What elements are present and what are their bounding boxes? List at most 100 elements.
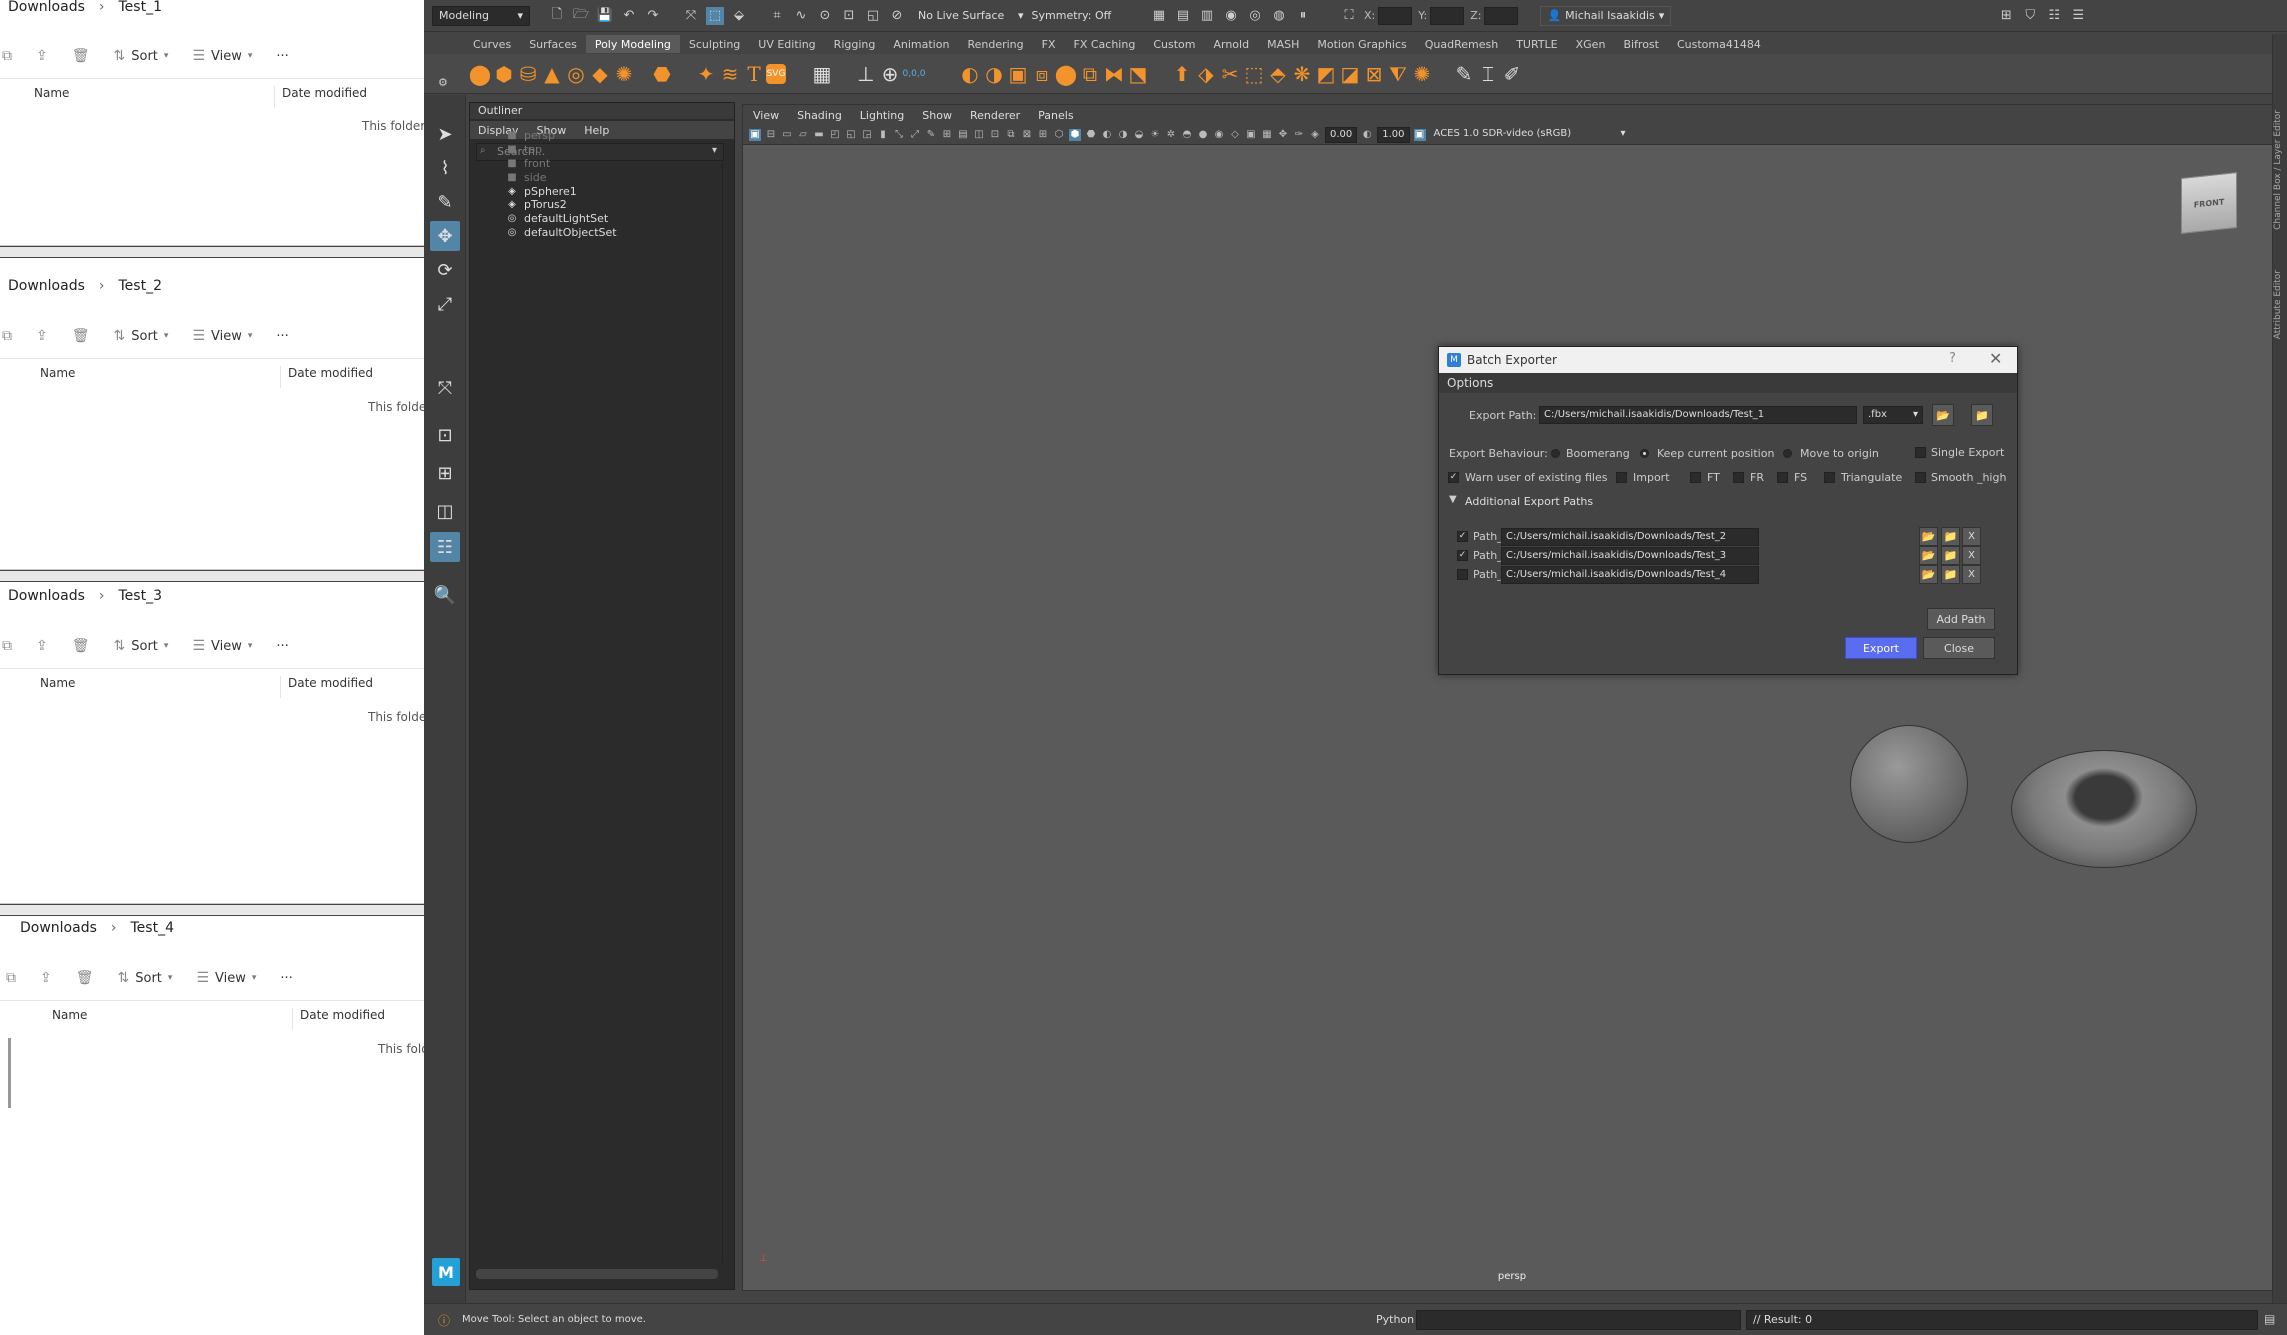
outliner-item-top[interactable]: ■ top: [506, 143, 542, 156]
shelf-tab-motion-graphics[interactable]: Motion Graphics: [1308, 38, 1415, 51]
attribute-editor-tab[interactable]: Attribute Editor: [2273, 270, 2283, 339]
target-weld-icon[interactable]: ❋: [1290, 62, 1314, 86]
shadows-icon[interactable]: ◑: [1117, 129, 1129, 141]
exposure-field[interactable]: 0.00: [1325, 126, 1358, 143]
z-input[interactable]: Z:: [1470, 6, 1519, 25]
copy-icon[interactable]: ⧉: [2, 48, 12, 64]
viewport-menu-lighting[interactable]: Lighting: [860, 109, 904, 122]
outliner-item-front[interactable]: ■ front: [506, 157, 550, 170]
xray-active-icon[interactable]: ◇: [1229, 129, 1241, 141]
quad-draw-icon[interactable]: ◪: [1338, 62, 1362, 86]
anti-alias-icon[interactable]: ✲: [1165, 129, 1177, 141]
insert-edge-loop-icon[interactable]: ⬚: [1242, 62, 1266, 86]
shelf-tab-quadremesh[interactable]: QuadRemesh: [1416, 38, 1507, 51]
super-shape-icon[interactable]: ✦: [694, 62, 718, 86]
view-button[interactable]: ☰ View ▾: [192, 328, 252, 344]
pause-icon[interactable]: ⏸: [1294, 7, 1312, 25]
shelf-tab-uv-editing[interactable]: UV Editing: [749, 38, 824, 51]
poly-cylinder-icon[interactable]: ⛁: [516, 62, 540, 86]
shelf-tab-fx[interactable]: FX: [1033, 38, 1065, 51]
layout-icon[interactable]: ⧉: [1005, 129, 1017, 141]
script-icon[interactable]: ✐: [1500, 62, 1524, 86]
sort-button[interactable]: ⇅ Sort ▾: [114, 48, 169, 64]
share-icon[interactable]: ⇪: [36, 48, 48, 64]
shelf-tab-mash[interactable]: MASH: [1258, 38, 1308, 51]
select-tool-icon[interactable]: ➤: [430, 119, 460, 149]
camera-attributes-icon[interactable]: ⊟: [765, 129, 777, 141]
search-icon[interactable]: 🔍: [430, 580, 460, 610]
pivot-icon[interactable]: ⊥: [854, 62, 878, 86]
breadcrumb-downloads[interactable]: Downloads: [8, 278, 85, 294]
frame-icon[interactable]: ⊠: [1021, 129, 1033, 141]
smooth-shade-icon[interactable]: ⬢: [1069, 128, 1081, 141]
open-folder-icon[interactable]: 📂: [1932, 404, 1954, 426]
triangulate-checkbox[interactable]: [1824, 472, 1835, 483]
chevron-down-icon[interactable]: ▾: [712, 145, 717, 156]
resolution-gate-icon[interactable]: ◱: [845, 129, 857, 141]
gamma-icon[interactable]: ◐: [1361, 129, 1373, 141]
delete-icon[interactable]: 🗑: [72, 48, 90, 64]
lasso-tool-icon[interactable]: ⌇: [430, 153, 460, 183]
radio-boomerang[interactable]: [1551, 449, 1560, 458]
import-checkbox[interactable]: [1616, 472, 1627, 483]
dof-icon[interactable]: ◓: [1181, 129, 1193, 141]
y-input[interactable]: Y:: [1418, 6, 1465, 25]
isolate-icon[interactable]: ●: [1197, 129, 1209, 141]
browse-folder-icon[interactable]: 📁: [1941, 527, 1960, 546]
poly-torus-icon[interactable]: ◎: [564, 62, 588, 86]
open-folder-icon[interactable]: 📂: [1919, 565, 1938, 584]
view-button[interactable]: ☰ View ▾: [192, 48, 252, 64]
copy-icon[interactable]: ⧉: [2, 328, 12, 344]
column-date-modified[interactable]: Date modified: [288, 366, 373, 380]
copy-icon[interactable]: ⧉: [2, 638, 12, 654]
measure-icon[interactable]: ⌶: [1476, 62, 1500, 86]
transform-icon[interactable]: ⛶: [1340, 7, 1358, 25]
crease-icon[interactable]: ⧨: [1386, 62, 1410, 86]
viewport-menu-shading[interactable]: Shading: [797, 109, 842, 122]
share-icon[interactable]: ⇪: [36, 638, 48, 654]
breadcrumb-downloads[interactable]: Downloads: [8, 0, 85, 15]
field-chart-icon[interactable]: ▮: [877, 129, 889, 141]
gamma-field[interactable]: 1.00: [1377, 126, 1410, 143]
shelf-tab-poly-modeling[interactable]: Poly Modeling: [585, 35, 680, 53]
view-button[interactable]: ☰ View ▾: [196, 970, 256, 986]
render-icon[interactable]: ▦: [1150, 7, 1168, 25]
outliner-item-psphere1[interactable]: ◈ pSphere1: [506, 185, 577, 198]
copy-icon[interactable]: ⧉: [6, 970, 16, 986]
paint-select-icon[interactable]: ✎: [430, 187, 460, 217]
outliner-menu-help[interactable]: Help: [584, 124, 609, 137]
grid-toggle-icon[interactable]: ⊞: [941, 129, 953, 141]
menuset-dropdown[interactable]: Modeling ▾: [432, 5, 530, 26]
column-date-modified[interactable]: Date modified: [288, 676, 373, 690]
select-object-icon[interactable]: ⬚: [706, 6, 724, 25]
layout-two-icon[interactable]: ◫: [430, 496, 460, 526]
wireframe-mode-icon[interactable]: ⬡: [1053, 129, 1065, 141]
save-scene-icon[interactable]: 💾: [596, 7, 614, 25]
xray-icon[interactable]: ◫: [973, 129, 985, 141]
shelf-tab-turtle[interactable]: TURTLE: [1507, 38, 1566, 51]
average-icon[interactable]: ✺: [1410, 62, 1434, 86]
select-component-icon[interactable]: ⬙: [730, 7, 748, 25]
bevel-icon[interactable]: ⬗: [1194, 62, 1218, 86]
xray-joints-icon[interactable]: ◉: [1213, 129, 1225, 141]
poly-cube-icon[interactable]: ⬢: [492, 62, 516, 86]
viewport-menu-view[interactable]: View: [753, 109, 779, 122]
open-folder-icon[interactable]: 📂: [1919, 546, 1938, 565]
film-back-icon[interactable]: ▤: [957, 129, 969, 141]
help-button[interactable]: ?: [1949, 351, 1956, 366]
freeze-transform-icon[interactable]: 0,0,0: [902, 62, 926, 86]
shelf-tab-animation[interactable]: Animation: [884, 38, 958, 51]
gate-mask-icon[interactable]: ◲: [861, 129, 873, 141]
command-line-input[interactable]: [1416, 1310, 1741, 1330]
open-scene-icon[interactable]: 🗁: [572, 7, 590, 25]
path-2-field[interactable]: C:/Users/michail.isaakidis/Downloads/Tes…: [1501, 547, 1759, 565]
viewport-menu-renderer[interactable]: Renderer: [970, 109, 1020, 122]
layout-four-icon[interactable]: ⊞: [430, 458, 460, 488]
viewport-menu-panels[interactable]: Panels: [1038, 109, 1073, 122]
ptorus2-mesh[interactable]: [2011, 750, 2197, 868]
collapse-triangle-icon[interactable]: ▼: [1449, 494, 1457, 505]
uv-icon[interactable]: ⊕: [878, 62, 902, 86]
undo-icon[interactable]: ↶: [620, 7, 638, 25]
delete-icon[interactable]: 🗑: [72, 638, 90, 654]
ft-checkbox[interactable]: [1690, 472, 1701, 483]
